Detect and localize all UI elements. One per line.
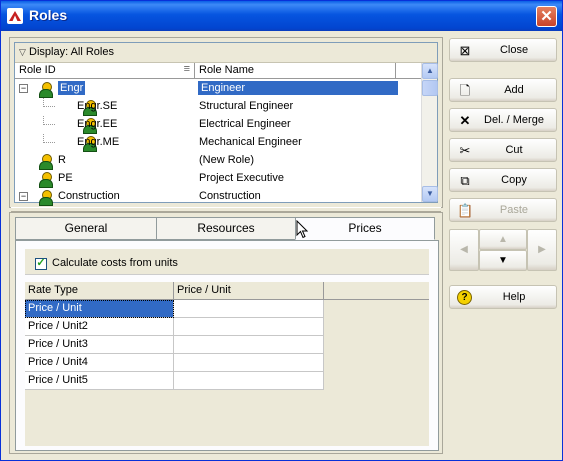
move-arrows: ◀ ▲ ▼ ▶ <box>449 229 557 271</box>
col-header-spacer <box>324 282 429 300</box>
move-up-button[interactable]: ▲ <box>479 229 527 250</box>
window-close-button[interactable]: ✕ <box>536 6 557 27</box>
role-row[interactable]: Engr.ME Mechanical Engineer <box>15 134 421 152</box>
calc-costs-label: Calculate costs from units <box>52 257 178 269</box>
col-header-spacer <box>396 63 421 79</box>
window-title: Roles <box>29 7 68 23</box>
tab-prices[interactable]: Prices <box>295 217 435 240</box>
role-id-cell[interactable]: Engr.ME <box>77 136 119 148</box>
role-name-cell[interactable]: (New Role) <box>199 154 254 166</box>
title-bar[interactable]: Roles ✕ <box>1 1 562 31</box>
role-name-cell[interactable]: Mechanical Engineer <box>199 136 302 148</box>
role-name-cell[interactable]: Structural Engineer <box>199 100 293 112</box>
role-person-icon <box>37 82 53 98</box>
help-button[interactable]: ? Help <box>449 285 557 309</box>
col-header-role-id[interactable]: Role ID ≡ <box>15 63 195 79</box>
role-person-icon <box>37 190 53 206</box>
role-name-cell[interactable]: Project Executive <box>199 172 284 184</box>
rate-type-cell[interactable]: Price / Unit <box>25 300 174 318</box>
scroll-thumb[interactable] <box>422 80 438 96</box>
role-row[interactable]: − Construction Construction <box>15 188 421 206</box>
roles-scrollbar[interactable]: ▲ ▼ <box>421 63 438 202</box>
rate-type-cell[interactable]: Price / Unit3 <box>25 336 174 354</box>
role-id-cell[interactable]: Engr.EE <box>77 118 117 130</box>
scroll-up-button[interactable]: ▲ <box>422 63 438 79</box>
prices-tab-panel: ✓ Calculate costs from units Rate Type P… <box>15 240 439 451</box>
rate-type-cell[interactable]: Price / Unit2 <box>25 318 174 336</box>
role-person-icon <box>37 172 53 188</box>
role-id-cell[interactable]: Engr.SE <box>77 100 117 112</box>
del-merge-button[interactable]: ✕ Del. / Merge <box>449 108 557 132</box>
role-row[interactable]: Engr.SE Structural Engineer <box>15 98 421 116</box>
role-row[interactable]: R (New Role) <box>15 152 421 170</box>
paste-icon: 📋 <box>457 203 474 218</box>
display-filter[interactable]: ▽ Display: All Roles <box>15 43 437 63</box>
role-id-cell[interactable]: Engr <box>58 81 86 95</box>
role-name-cell[interactable]: Electrical Engineer <box>199 118 291 130</box>
collapse-icon[interactable]: − <box>19 84 28 93</box>
rate-type-cell[interactable]: Price / Unit5 <box>25 372 174 390</box>
copy-button[interactable]: ⧉ Copy <box>449 168 557 192</box>
role-name-cell[interactable]: Engineer <box>198 81 398 95</box>
col-header-role-name[interactable]: Role Name <box>195 63 396 79</box>
roles-column-headers: Role ID ≡ Role Name <box>15 63 421 79</box>
chevron-down-icon: ▽ <box>19 47 26 57</box>
tree-line <box>43 116 55 125</box>
calc-costs-row: ✓ Calculate costs from units <box>25 249 429 275</box>
price-unit-cell[interactable] <box>174 336 324 354</box>
tree-line <box>43 98 55 107</box>
roles-grid[interactable]: ▽ Display: All Roles Role ID ≡ Role Name… <box>14 42 438 206</box>
rate-type-cell[interactable]: Price / Unit4 <box>25 354 174 372</box>
roles-window: Roles ✕ ▽ Display: All Roles Role ID ≡ R… <box>0 0 563 461</box>
move-right-button[interactable]: ▶ <box>527 229 557 271</box>
role-person-icon <box>37 154 53 170</box>
price-unit-cell[interactable] <box>174 354 324 372</box>
add-button[interactable]: 🗋 Add <box>449 78 557 102</box>
price-unit-cell[interactable] <box>174 300 324 318</box>
role-row[interactable]: PE Project Executive <box>15 170 421 188</box>
role-id-cell[interactable]: Construction <box>58 190 120 202</box>
col-header-rate-type[interactable]: Rate Type <box>25 282 174 300</box>
help-icon: ? <box>457 290 472 305</box>
close-dialog-icon: ⊠ <box>459 43 471 58</box>
delete-x-icon: ✕ <box>459 113 471 128</box>
tab-strip: General Resources Prices <box>15 217 439 241</box>
mouse-cursor-icon <box>296 220 308 239</box>
close-button[interactable]: ⊠ Close <box>449 38 557 62</box>
scroll-down-button[interactable]: ▼ <box>422 186 438 202</box>
tree-line <box>43 134 55 143</box>
role-name-cell[interactable]: Construction <box>199 190 261 202</box>
price-unit-cell[interactable] <box>174 318 324 336</box>
price-grid[interactable]: Rate Type Price / Unit Price / Unit Price… <box>25 282 429 446</box>
role-row[interactable]: − Engr Engineer <box>15 80 421 98</box>
cut-button[interactable]: ✂ Cut <box>449 138 557 162</box>
role-row[interactable]: Engr.EE Electrical Engineer <box>15 116 421 134</box>
copy-icon: ⧉ <box>460 173 470 188</box>
display-label: Display: All Roles <box>29 46 114 58</box>
paste-button[interactable]: 📋 Paste <box>449 198 557 222</box>
tab-resources[interactable]: Resources <box>156 217 296 240</box>
column-options-icon[interactable]: ≡ <box>184 63 190 75</box>
calc-costs-checkbox[interactable]: ✓ <box>35 258 47 270</box>
collapse-icon[interactable]: − <box>19 192 28 201</box>
move-down-button[interactable]: ▼ <box>479 250 527 271</box>
scissors-icon: ✂ <box>459 143 471 158</box>
tab-general[interactable]: General <box>15 217 157 240</box>
app-icon <box>7 8 23 24</box>
role-id-cell[interactable]: R <box>58 154 66 166</box>
role-id-cell[interactable]: PE <box>58 172 73 184</box>
move-left-button[interactable]: ◀ <box>449 229 479 271</box>
col-header-price-unit[interactable]: Price / Unit <box>174 282 324 300</box>
price-unit-cell[interactable] <box>174 372 324 390</box>
new-document-icon: 🗋 <box>459 83 471 98</box>
